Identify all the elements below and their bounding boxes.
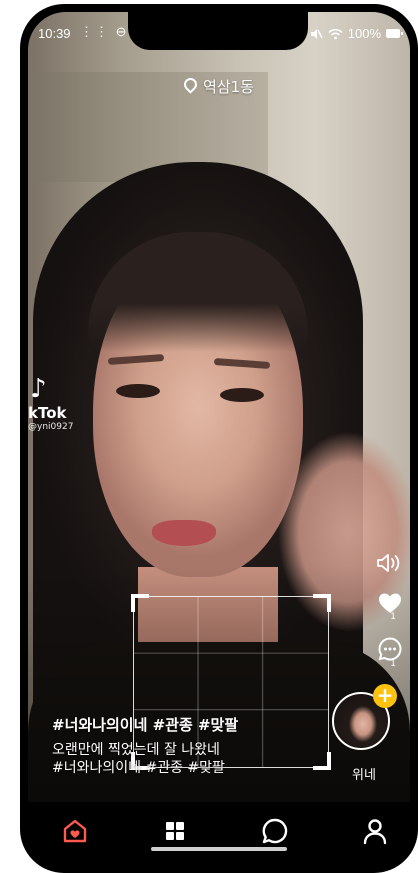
like-count: 1	[390, 612, 396, 622]
caption-title[interactable]: #너와나의이네 #관종 #맞팔	[52, 714, 322, 735]
status-right: 100%	[310, 26, 403, 41]
location-label: 역삼1동	[203, 78, 254, 96]
mute-icon	[310, 28, 323, 39]
chat-icon[interactable]	[260, 816, 290, 846]
profile-icon[interactable]	[360, 816, 390, 846]
wifi-icon	[328, 28, 343, 39]
caption-line: 오랜만에 찍었는데 잘 나왔네	[52, 742, 220, 758]
comment-count: 1	[390, 659, 396, 669]
status-system-icons: ⋮⋮ ⊖	[80, 24, 129, 39]
heart-icon[interactable]	[378, 592, 402, 614]
location-pin-icon	[181, 75, 200, 94]
battery-icon	[386, 29, 403, 38]
location-tag[interactable]: 역삼1동	[28, 75, 410, 97]
follow-button[interactable]: +	[373, 684, 397, 708]
battery-percent: 100%	[347, 26, 381, 41]
phone-frame: 10:39 ⋮⋮ ⊖ 100% 역삼1동 ♪ kTok @yni0927 1 1…	[20, 4, 418, 873]
home-indicator[interactable]	[151, 847, 287, 851]
home-icon[interactable]	[60, 816, 90, 846]
watermark-brand: kTok	[28, 404, 67, 422]
status-bar: 10:39 ⋮⋮ ⊖ 100%	[28, 12, 410, 52]
status-time: 10:39	[38, 26, 71, 41]
caption-line[interactable]: #너와나의이네 #관종 #맞팔	[52, 759, 322, 777]
bottom-nav	[28, 802, 410, 865]
tiktok-watermark: ♪ kTok @yni0927	[28, 376, 73, 432]
crop-handle-top-right[interactable]	[313, 594, 331, 612]
tiktok-logo-icon: ♪	[30, 374, 47, 404]
sound-icon[interactable]	[376, 552, 402, 574]
video-caption: #너와나의이네 #관종 #맞팔 오랜만에 찍었는데 잘 나왔네 #너와나의이네 …	[52, 714, 322, 777]
screen: 10:39 ⋮⋮ ⊖ 100% 역삼1동 ♪ kTok @yni0927 1 1…	[28, 12, 410, 865]
crop-handle-top-left[interactable]	[131, 594, 149, 612]
grid-icon[interactable]	[160, 816, 190, 846]
watermark-username: @yni0927	[28, 422, 74, 432]
author-name[interactable]: 위네	[334, 764, 394, 783]
